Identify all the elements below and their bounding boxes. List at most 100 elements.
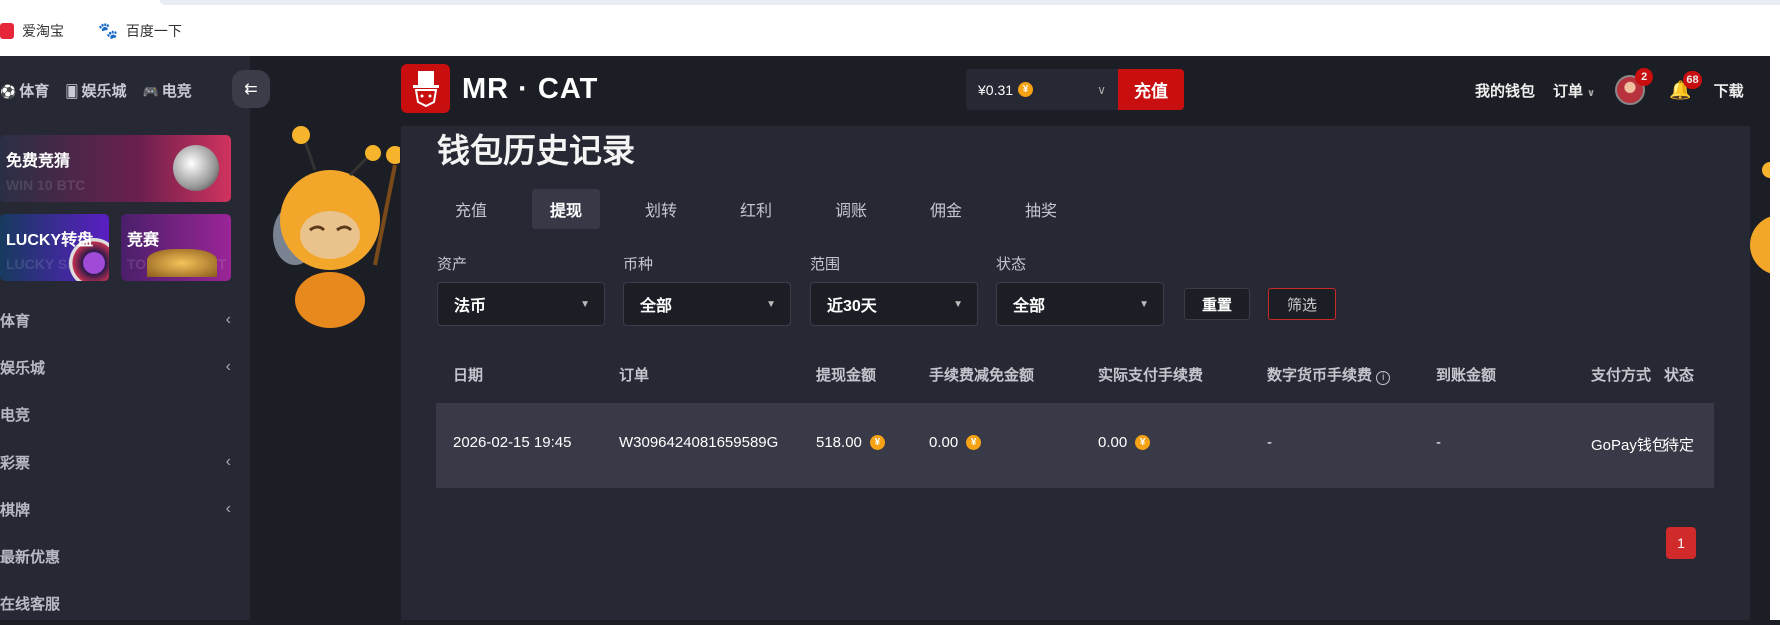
- column-header: 手续费减免金额: [929, 367, 1035, 384]
- header-right-nav: 我的钱包 订单 ∨ 2 🔔 68 下载: [1475, 68, 1744, 110]
- baidu-paw-icon: 🐾: [98, 23, 118, 40]
- top-nav-sports[interactable]: ⚽ 体育: [0, 80, 49, 101]
- column-header: 提现金额: [816, 367, 877, 384]
- tab-adjustment[interactable]: 调账: [817, 189, 885, 229]
- tab-commission[interactable]: 佣金: [912, 189, 980, 229]
- avatar[interactable]: 2: [1615, 68, 1654, 105]
- range-select[interactable]: 近30天 ▼: [810, 282, 978, 326]
- chevron-down-icon: ∨: [1587, 87, 1596, 99]
- sidebar-item-lottery[interactable]: 彩票 ‹: [0, 440, 231, 484]
- banner-tournament[interactable]: 竞赛TOURNAMENT: [121, 214, 231, 281]
- tab-lottery[interactable]: 抽奖: [1007, 189, 1075, 229]
- sidebar-item-label: 彩票: [0, 454, 31, 472]
- scrollbar[interactable]: [1770, 56, 1780, 620]
- sidebar-item-promotions[interactable]: 最新优惠: [0, 534, 231, 578]
- filter-button[interactable]: 筛选: [1268, 288, 1336, 320]
- cny-coin-icon: ¥: [966, 435, 982, 450]
- collapse-sidebar-button[interactable]: ⇇: [232, 70, 270, 108]
- column-header: 订单: [619, 367, 650, 384]
- chevron-left-icon: ‹: [225, 311, 231, 328]
- column-header: 实际支付手续费: [1098, 367, 1204, 384]
- chevron-left-icon: ‹: [225, 358, 231, 375]
- sidebar-item-esports[interactable]: 电竞: [0, 392, 231, 436]
- cny-coin-icon: ¥: [1018, 82, 1034, 97]
- range-label: 范围: [810, 256, 841, 273]
- sidebar-item-label: 最新优惠: [0, 548, 61, 566]
- soccer-ball-image: [173, 145, 219, 191]
- select-value: 近30天: [827, 298, 877, 315]
- nav-label: 电竞: [161, 82, 192, 100]
- chevron-left-icon: ‹: [225, 453, 231, 470]
- status-select[interactable]: 全部 ▼: [996, 282, 1164, 326]
- sidebar-item-sports[interactable]: 体育 ‹: [0, 298, 231, 342]
- caret-down-icon: ▼: [766, 298, 776, 310]
- cny-coin-icon: ¥: [1135, 435, 1151, 450]
- currency-select[interactable]: 全部 ▼: [623, 282, 791, 326]
- pagination-page-1[interactable]: 1: [1666, 527, 1696, 559]
- tab-bonus[interactable]: 红利: [722, 189, 790, 229]
- bookmark-label: 百度一下: [125, 23, 182, 39]
- status-label: 状态: [996, 256, 1027, 273]
- nav-label: 娱乐城: [81, 82, 127, 100]
- column-header: 支付方式: [1591, 367, 1652, 384]
- cell-date: 2026-02-15 19:45: [453, 434, 572, 451]
- caret-down-icon: ▼: [1139, 298, 1149, 310]
- column-header: 到账金额: [1436, 367, 1497, 384]
- asset-select[interactable]: 法币 ▼: [437, 282, 605, 326]
- banner-free-guess[interactable]: 免费竞猜 WIN 10 BTC: [0, 135, 231, 202]
- caret-down-icon: ▼: [953, 298, 963, 310]
- balance-dropdown[interactable]: ¥0.31 ¥ ∨: [966, 69, 1118, 110]
- reset-button[interactable]: 重置: [1184, 288, 1250, 320]
- taobao-icon: [0, 23, 14, 39]
- gold-coins-image: [147, 249, 217, 277]
- deposit-button[interactable]: 充值: [1118, 69, 1184, 110]
- notifications-button[interactable]: 🔔 68: [1669, 70, 1702, 101]
- top-nav-esports[interactable]: 🎮 电竞: [143, 80, 192, 101]
- bookmark-label: 爱淘宝: [22, 23, 64, 39]
- download-link[interactable]: 下载: [1714, 80, 1744, 101]
- nav-label: 体育: [19, 82, 50, 100]
- cell-order: W3096424081659589G: [619, 434, 779, 451]
- info-icon[interactable]: i: [1376, 370, 1391, 385]
- sidebar-item-casino[interactable]: 娱乐城 ‹: [0, 345, 231, 389]
- column-header: 状态: [1664, 367, 1695, 384]
- select-value: 全部: [1013, 298, 1046, 315]
- cell-fee-waived: 0.00 ¥: [929, 434, 982, 451]
- wallet-widget: ¥0.31 ¥ ∨ 充值: [966, 69, 1184, 110]
- sidebar-item-label: 电竞: [0, 406, 31, 424]
- banner-title: 竞赛: [127, 232, 160, 249]
- notification-badge: 68: [1683, 70, 1702, 89]
- orders-label: 订单: [1553, 82, 1584, 100]
- asset-label: 资产: [437, 256, 468, 273]
- tab-withdraw[interactable]: 提现: [532, 189, 600, 229]
- my-wallet-link[interactable]: 我的钱包: [1475, 80, 1535, 101]
- sidebar-item-chess[interactable]: 棋牌 ‹: [0, 487, 231, 531]
- tab-deposit[interactable]: 充值: [437, 189, 505, 229]
- cell-actual-fee: 0.00 ¥: [1098, 434, 1151, 451]
- top-nav-casino[interactable]: 🂠 娱乐城: [65, 80, 126, 101]
- cell-payment-method: GoPay钱包: [1591, 437, 1667, 454]
- chevron-left-icon: ‹: [225, 500, 231, 517]
- sidebar-item-label: 体育: [0, 312, 31, 330]
- cell-received-amount: -: [1436, 434, 1441, 451]
- bee-mascot-image: [273, 126, 400, 328]
- sidebar-item-label: 在线客服: [0, 595, 61, 613]
- amount-value: 0.00: [1098, 434, 1128, 451]
- orders-menu[interactable]: 订单 ∨: [1553, 80, 1595, 101]
- sidebar-item-support[interactable]: 在线客服: [0, 581, 231, 625]
- bookmark-baidu[interactable]: 🐾 百度一下: [98, 21, 182, 41]
- select-value: 全部: [640, 298, 673, 315]
- banner-lucky-spin[interactable]: LUCKY转盘 LUCKY SPIN: [0, 214, 109, 281]
- cell-status: 待定: [1664, 437, 1695, 454]
- cat-top-hat-icon: [412, 70, 439, 107]
- balance-value: ¥0.31: [978, 81, 1014, 98]
- cell-crypto-fee: -: [1267, 434, 1272, 451]
- collapse-left-icon: ⇇: [244, 81, 258, 98]
- tab-transfer[interactable]: 划转: [627, 189, 695, 229]
- bookmark-taobao[interactable]: 爱淘宝: [0, 21, 64, 41]
- logo[interactable]: [401, 64, 450, 113]
- caret-down-icon: ▼: [580, 298, 590, 310]
- gamepad-icon: 🎮: [142, 83, 159, 99]
- column-header: 日期: [453, 367, 484, 384]
- bookmarks-bar: 爱淘宝 🐾 百度一下: [0, 6, 1780, 56]
